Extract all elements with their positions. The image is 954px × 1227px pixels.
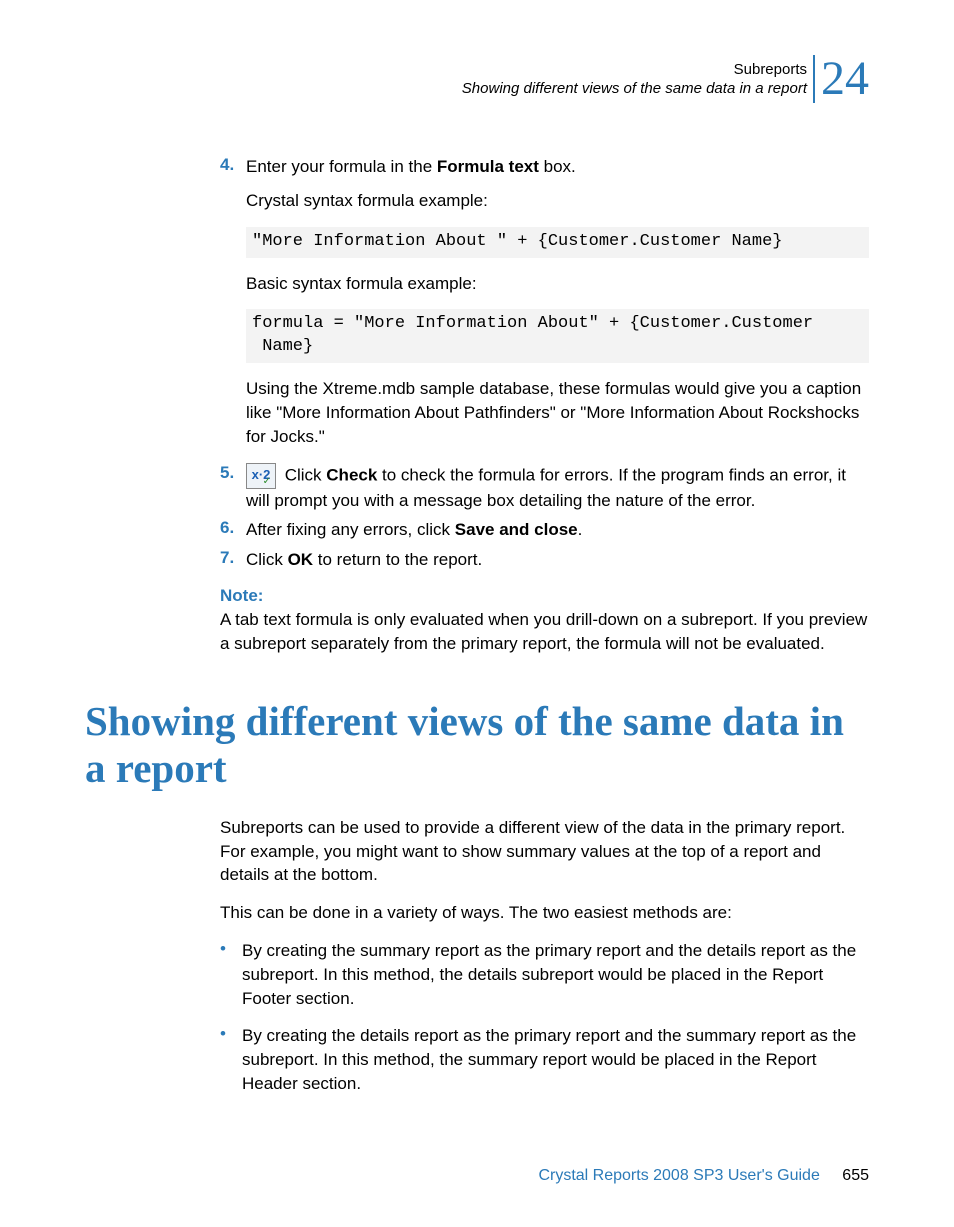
bullet-text: By creating the details report as the pr… <box>242 1024 869 1095</box>
check-bold: Check <box>326 465 377 484</box>
bullet-text: By creating the summary report as the pr… <box>242 939 869 1010</box>
check-formula-icon: x·2✓ <box>246 463 276 489</box>
text-fragment: . <box>578 520 583 539</box>
list-item: • By creating the summary report as the … <box>220 939 869 1010</box>
list-item: • By creating the details report as the … <box>220 1024 869 1095</box>
step-6: 6. After fixing any errors, click Save a… <box>220 518 869 542</box>
footer-page-number: 655 <box>842 1167 869 1184</box>
bullet-icon: • <box>220 939 242 1010</box>
section-heading: Showing different views of the same data… <box>85 698 869 792</box>
note-body: A tab text formula is only evaluated whe… <box>220 608 869 656</box>
text-fragment: Enter your formula in the <box>246 157 437 176</box>
step-number: 6. <box>220 518 246 542</box>
footer-title: Crystal Reports 2008 SP3 User's Guide <box>538 1167 819 1184</box>
step-text: After fixing any errors, click Save and … <box>246 518 869 542</box>
text-fragment: to return to the report. <box>313 550 482 569</box>
body-p1: Subreports can be used to provide a diff… <box>220 816 869 887</box>
note-label: Note: <box>220 586 869 606</box>
step-number: 7. <box>220 548 246 572</box>
crystal-example-label: Crystal syntax formula example: <box>246 189 869 213</box>
header-text-block: Subreports Showing different views of th… <box>462 60 807 99</box>
save-close-bold: Save and close <box>455 520 578 539</box>
crystal-code: "More Information About " + {Customer.Cu… <box>246 227 869 258</box>
step-number: 4. <box>220 155 246 179</box>
step-5: 5. x·2✓ Click Check to check the formula… <box>220 463 869 513</box>
chapter-number: 24 <box>813 55 869 103</box>
step-text: x·2✓ Click Check to check the formula fo… <box>246 463 869 513</box>
step-text: Enter your formula in the Formula text b… <box>246 155 869 179</box>
step-7: 7. Click OK to return to the report. <box>220 548 869 572</box>
text-fragment: Click <box>246 550 288 569</box>
step-number: 5. <box>220 463 246 513</box>
basic-code: formula = "More Information About" + {Cu… <box>246 309 869 363</box>
formula-text-bold: Formula text <box>437 157 539 176</box>
step-4: 4. Enter your formula in the Formula tex… <box>220 155 869 179</box>
header-chapter: Subreports <box>462 60 807 80</box>
text-fragment: After fixing any errors, click <box>246 520 455 539</box>
page-header: Subreports Showing different views of th… <box>85 55 869 105</box>
ok-bold: OK <box>288 550 314 569</box>
checkmark-icon: ✓ <box>263 477 271 487</box>
section-content: Subreports can be used to provide a diff… <box>220 816 869 1096</box>
text-fragment: box. <box>539 157 576 176</box>
using-paragraph: Using the Xtreme.mdb sample database, th… <box>246 377 869 448</box>
main-content: 4. Enter your formula in the Formula tex… <box>220 155 869 656</box>
header-section: Showing different views of the same data… <box>462 79 807 99</box>
text-fragment: Click <box>280 465 326 484</box>
bullet-list: • By creating the summary report as the … <box>220 939 869 1096</box>
step-text: Click OK to return to the report. <box>246 548 869 572</box>
bullet-icon: • <box>220 1024 242 1095</box>
page-footer: Crystal Reports 2008 SP3 User's Guide 65… <box>538 1167 869 1185</box>
body-p2: This can be done in a variety of ways. T… <box>220 901 869 925</box>
basic-example-label: Basic syntax formula example: <box>246 272 869 296</box>
